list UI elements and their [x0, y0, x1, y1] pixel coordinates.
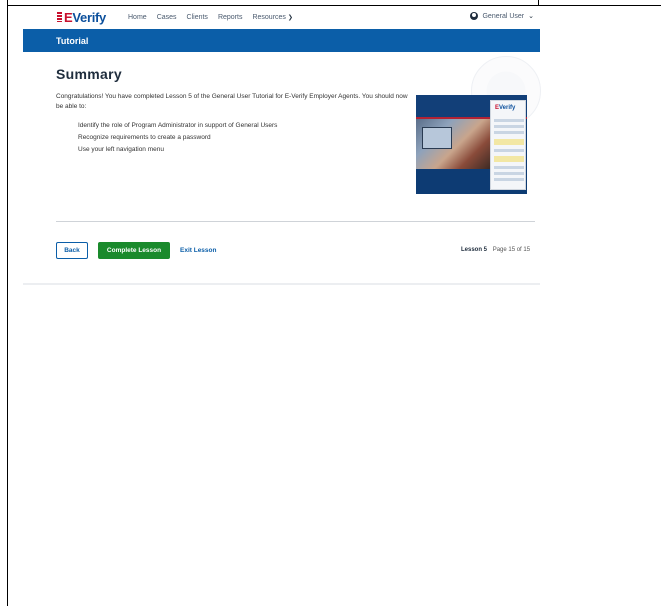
- footer-divider: [23, 283, 540, 285]
- screen-row: [494, 131, 524, 134]
- screen-highlight: [494, 156, 524, 162]
- user-name: General User: [482, 12, 525, 20]
- screen-mockup: EVerify: [490, 100, 526, 190]
- screen-row: [494, 125, 524, 128]
- lesson-progress: Lesson 5 Page 15 of 15: [461, 247, 530, 253]
- banner-title: Tutorial: [56, 36, 89, 46]
- screen-row: [494, 119, 524, 122]
- screen-mockup-logo: EVerify: [495, 105, 516, 111]
- logo-verify: Verify: [72, 9, 106, 25]
- frame-left-border: [7, 0, 8, 606]
- nav-item-reports[interactable]: Reports: [218, 14, 243, 21]
- content-divider: [56, 221, 535, 222]
- nav-item-resources[interactable]: Resources ❯: [252, 14, 293, 21]
- everify-logo[interactable]: E Verify: [57, 10, 106, 25]
- nav-item-clients[interactable]: Clients: [187, 14, 208, 21]
- top-navigation: E Verify Home Cases Clients Reports Reso…: [23, 6, 540, 28]
- page-title: Summary: [56, 66, 122, 82]
- tutorial-illustration: EVerify: [416, 95, 527, 194]
- tutorial-banner: Tutorial: [23, 29, 540, 52]
- logo-e: E: [64, 9, 73, 25]
- user-menu[interactable]: General User ⌄: [470, 12, 534, 20]
- illustration-bottom-band: [416, 169, 490, 194]
- complete-lesson-button[interactable]: Complete Lesson: [98, 242, 170, 259]
- nav-item-home[interactable]: Home: [128, 14, 147, 21]
- chevron-down-icon: ⌄: [528, 13, 534, 20]
- screen-row: [494, 166, 524, 169]
- monitor-graphic: [422, 127, 452, 149]
- page-indicator: Page 15 of 15: [492, 247, 531, 253]
- screen-row: [494, 178, 524, 181]
- user-circle-icon: [470, 12, 479, 20]
- screen-row: [494, 149, 524, 152]
- chevron-down-icon: ❯: [287, 14, 293, 21]
- exit-lesson-link[interactable]: Exit Lesson: [180, 247, 216, 254]
- screen-row: [494, 172, 524, 175]
- nav-links: Home Cases Clients Reports Resources ❯: [128, 14, 303, 21]
- nav-item-cases[interactable]: Cases: [157, 14, 177, 21]
- back-button[interactable]: Back: [56, 242, 88, 259]
- screen-highlight: [494, 139, 524, 145]
- lesson-label: Lesson 5: [461, 247, 488, 253]
- frame-corner-tick: [538, 0, 539, 5]
- flag-icon: [57, 12, 62, 22]
- nav-item-resources-label: Resources: [252, 13, 286, 21]
- intro-text: Congratulations! You have completed Less…: [56, 93, 408, 110]
